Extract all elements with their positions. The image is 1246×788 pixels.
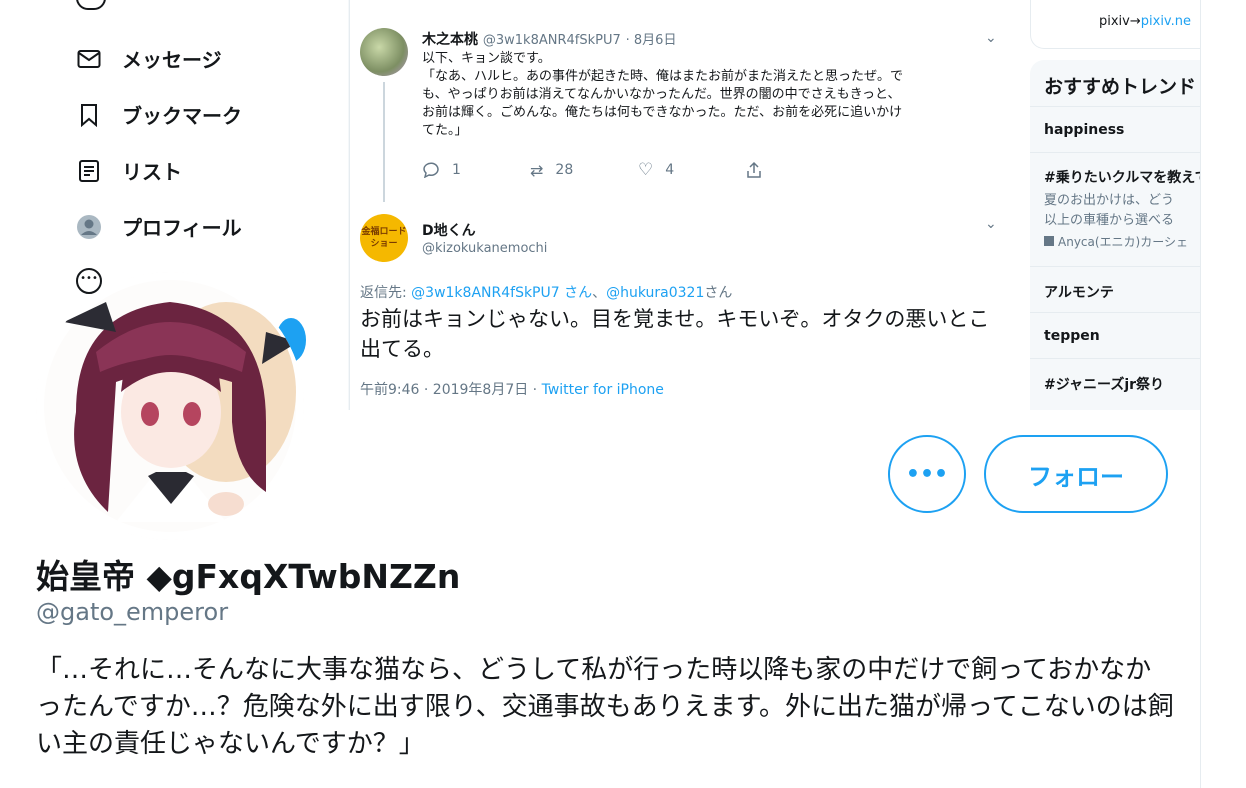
trend-title: happiness — [1044, 122, 1125, 138]
reply-avatar: 金福ロードショー — [360, 214, 408, 262]
reply-client: Twitter for iPhone — [541, 382, 664, 398]
profile-avatar[interactable] — [36, 272, 304, 540]
like-count: 4 — [665, 162, 675, 178]
retweet-count: 28 — [555, 162, 574, 178]
trend-item: #ジャニーズjr祭り — [1030, 358, 1200, 405]
list-icon — [76, 158, 102, 184]
reply-count: 1 — [452, 162, 461, 178]
sidebar-item-label: メッセージ — [122, 48, 222, 72]
reply-action: 1 — [422, 160, 530, 180]
reply-to-separator: 、 — [592, 285, 607, 301]
profile-bio: 「…それに…そんなに大事な猫なら、どうして私が行った時以降も家の中だけで飼ってお… — [36, 655, 1174, 759]
sidebar-item-label: リスト — [122, 160, 182, 184]
trend-title: アルモンテ — [1044, 285, 1114, 301]
thread-line — [383, 82, 385, 202]
pixiv-link-line: pixiv→pixiv.ne — [1099, 14, 1191, 29]
sidebar-item-label: プロフィール — [122, 216, 242, 240]
reply-text: お前はキョンじゃない。目を覚ませ。キモいぞ。オタクの悪いとこ出てる。 — [360, 307, 990, 361]
more-options-button[interactable]: ••• — [888, 435, 966, 513]
follow-button[interactable]: フォロー — [984, 435, 1168, 513]
reply-timestamp: 午前9:46 · 2019年8月7日 · — [360, 382, 542, 398]
promoted-icon — [1044, 236, 1054, 246]
tweet-line: 「なあ、ハルヒ。あの事件が起きた時、俺はまたお前がまた消えたと思ったぜ。で — [422, 69, 904, 84]
reply-to-suffix: さん — [704, 285, 733, 301]
share-icon — [747, 161, 761, 178]
trend-title: #乗りたいクルマを教えて — [1044, 170, 1200, 186]
tweet-date: · 8月6日 — [625, 33, 677, 48]
trend-item: #乗りたいクルマを教えて 夏のお出かけは、どう 以上の車種から選べる Anyca… — [1030, 152, 1200, 267]
avatar-illustration — [36, 272, 304, 540]
profile-page: メッセージ ブックマーク リスト プロフィール ••• 木之本桃 @3w1k8A… — [0, 0, 1201, 788]
sidebar-item-lists: リスト — [76, 156, 182, 185]
promoted-by: Anyca(エニカ)カーシェ — [1058, 235, 1188, 249]
tweet-author-name: 木之本桃 — [422, 32, 478, 48]
trend-item: teppen — [1030, 312, 1200, 359]
retweet-action: ⇄ 28 — [530, 160, 638, 180]
trend-description: 夏のお出かけは、どう — [1044, 193, 1175, 208]
profile-icon — [76, 214, 102, 240]
more-circle-icon: ••• — [76, 268, 102, 294]
trend-title: teppen — [1044, 328, 1100, 344]
mail-icon — [76, 46, 102, 72]
sidebar-item-profile: プロフィール — [76, 212, 242, 241]
pixiv-link: pixiv.ne — [1140, 14, 1191, 29]
reply-meta: 午前9:46 · 2019年8月7日 · Twitter for iPhone — [360, 379, 664, 399]
pixiv-prefix: pixiv→ — [1099, 14, 1141, 29]
tweet-line: てた。」 — [422, 123, 468, 138]
chevron-down-icon: ⌄ — [985, 216, 997, 232]
sidebar-item-label: ブックマーク — [122, 104, 242, 128]
trend-promoted: Anyca(エニカ)カーシェ — [1044, 233, 1188, 250]
reply-to-line: 返信先: @3w1k8ANR4fSkPU7 さん、@hukura0321さん — [360, 282, 732, 302]
bookmark-icon — [76, 102, 102, 128]
tweet-actions: 1 ⇄ 28 ♡ 4 — [422, 160, 854, 180]
reply-to-link: @3w1k8ANR4fSkPU7 さん — [411, 285, 593, 301]
reply-to-prefix: 返信先: — [360, 285, 412, 301]
retweet-icon: ⇄ — [530, 160, 544, 180]
trend-item: アルモンテ — [1030, 266, 1200, 313]
reply-author-name: D地くん — [422, 223, 476, 239]
reply-to-link: @hukura0321 — [606, 285, 705, 301]
tweet-text: 以下、キョン談です。 「なあ、ハルヒ。あの事件が起きた時、俺はまたお前がまた消え… — [422, 50, 1002, 140]
reply-avatar-text: 金福ロードショー — [361, 227, 407, 249]
profile-handle: @gato_emperor — [36, 598, 229, 626]
trends-panel: おすすめトレンド happiness #乗りたいクルマを教えて 夏のお出かけは、… — [1030, 60, 1200, 410]
tweet-avatar — [360, 28, 408, 76]
sidebar-item-bookmarks: ブックマーク — [76, 100, 242, 129]
tweet-line: も、やっぱりお前は消えてなんかいなかったんだ。世界の闇の中でさえもきっと、 — [422, 87, 901, 102]
chevron-down-icon: ⌄ — [985, 30, 997, 46]
tweet-line: お前は輝く。ごめんな。俺たちは何もできなかった。ただ、お前を必死に追いかけ — [422, 105, 903, 120]
reply-author-handle: @kizokukanemochi — [422, 241, 548, 256]
pixiv-box: pixiv→pixiv.ne — [1030, 0, 1200, 49]
trends-title: おすすめトレンド — [1044, 76, 1197, 98]
partial-icon — [76, 0, 106, 10]
tweet-author: 木之本桃 @3w1k8ANR4fSkPU7 · 8月6日 — [422, 29, 676, 49]
reply-icon — [423, 162, 439, 178]
tweet-author-handle: @3w1k8ANR4fSkPU7 — [482, 33, 621, 48]
trend-item: happiness — [1030, 106, 1200, 153]
profile-display-name: 始皇帝 ◆gFxqXTwbNZZn — [36, 557, 461, 596]
tweet-line: 以下、キョン談です。 — [422, 51, 551, 66]
trend-description: 以上の車種から選べる — [1044, 213, 1175, 228]
heart-icon: ♡ — [638, 160, 654, 180]
like-action: ♡ 4 — [638, 160, 746, 180]
share-action — [746, 160, 854, 180]
trend-title: #ジャニーズjr祭り — [1044, 377, 1165, 393]
sidebar-item-messages: メッセージ — [76, 44, 222, 73]
